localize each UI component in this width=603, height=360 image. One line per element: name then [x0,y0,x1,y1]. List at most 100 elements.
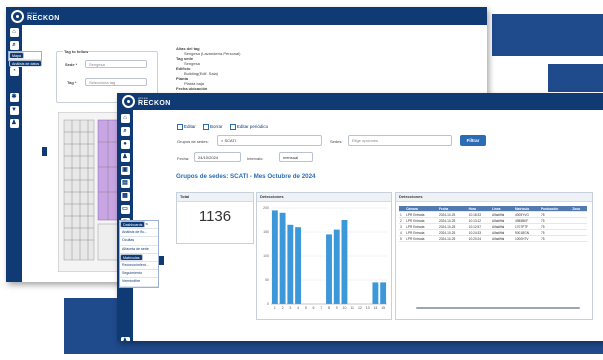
tag-info: Alias del tag Sengesa (Lavandería Person… [176,46,276,91]
y-tick-label: 50 [265,278,269,282]
flyout-item[interactable]: Alfaceta de sede [120,246,158,254]
total-title: Total [177,193,253,202]
flyout-item[interactable]: Análisis de flu... [120,229,158,238]
table-cell: 2024-10-25 [437,235,468,242]
flyout-item-selected[interactable]: Matrículas [120,253,143,261]
x-tick-label: 7 [320,306,322,310]
tag-select[interactable]: Selecciona tag [85,78,147,86]
home-icon[interactable]: ⌂ [120,114,130,123]
back-logo: grupo RECKON [11,10,60,23]
bar[interactable] [287,224,294,304]
shield-icon[interactable]: ▼ [9,106,19,115]
group-label: Grupos de sedes: [177,139,209,144]
y-tick-label: 150 [263,230,269,234]
table-cell [571,235,587,242]
id-card-icon[interactable]: ▦ [120,192,130,201]
background-block-top [492,14,603,56]
bar[interactable] [279,212,286,304]
calendar-icon [229,124,236,130]
edit-button[interactable]: Editar [177,124,196,130]
flyout-item[interactable]: Análisis de datos [9,60,43,68]
front-collapse-handle[interactable] [159,256,164,265]
logo-mark-icon [11,10,24,23]
x-tick-label: 3 [289,306,291,310]
sede-select[interactable]: Sengesa [85,60,147,68]
x-tick-label: 9 [336,306,338,310]
tag-label: Tag * [67,80,77,85]
table-cell: 1000HTV [514,235,540,242]
bar[interactable] [271,210,278,304]
dashboard-heading: Grupos de sedes: SCATI - Mes Octubre de … [176,173,316,180]
detections-bar-chart: 2001501005001 2 3 4 5 6 7 8 9 10 11 12 13 14 15 [263,206,387,310]
front-topbar: grupo RECKON [117,93,603,110]
gauge-icon[interactable]: ◔ [9,67,19,76]
table-row[interactable]: 5 LPR Entrada 2024-10-25 10:20:24 Alfadiffal… [399,235,587,242]
sedes-label: Sedes: [330,139,343,144]
search-icon[interactable]: ⌕ [9,41,19,50]
detections-chart-panel: Detecciones 200 150 100 50 0 1 2 3 4 5 6 7 8 9 10 11 12 1… [256,192,392,320]
x-tick-label: 15 [381,306,385,310]
interval-select[interactable]: mensual [279,152,313,162]
edit-toolbar: Editar Borrar Editar periódico [177,124,268,130]
table-cell: LPR Entrada [405,235,438,242]
settings-icon[interactable]: ✱ [9,93,19,102]
detections-table: Cámara Fecha Hora Línea Matrícula Puntuación Z… [399,206,587,242]
bar[interactable] [341,220,348,304]
back-collapse-handle[interactable] [42,147,47,156]
detections-table-title: Detecciones [396,193,592,202]
x-tick-label: 14 [373,306,377,310]
users-icon[interactable]: ♟ [9,119,19,128]
bar[interactable] [295,227,302,304]
badge-icon[interactable]: ▣ [120,166,130,175]
x-tick-label: 6 [313,306,315,310]
table-cell: Alfadiffal [491,235,515,242]
dashboards-flyout: Dashboards Personas Ahora Análisis de fl… [119,220,159,288]
background-block-mid [548,64,603,92]
bar[interactable] [326,234,332,304]
delete-icon [203,124,210,130]
flyout-item[interactable]: Reconocimient... [120,262,158,271]
chart-icon[interactable]: ▤ [120,179,130,188]
y-tick-label: 200 [263,206,269,210]
bar[interactable] [380,282,387,304]
flyout-item[interactable]: Ocultas [120,237,158,246]
sedes-select[interactable]: Elige opciones [348,135,452,146]
search-icon[interactable]: ⌕ [120,127,130,136]
filter-button[interactable]: Filtrar [460,135,486,146]
delete-label: Borrar [210,124,223,130]
x-tick-label: 4 [297,306,299,310]
info-icon[interactable]: ♟ [120,337,130,341]
table-scrollbar[interactable] [416,307,580,309]
front-window: grupoRECKON ⌂ ⌕ ● ♟ ▣ ▤ ▦ ▭ ▼ ♟ Dashboar… [117,93,603,341]
y-tick-label: 100 [263,254,269,258]
logo-mark-icon [122,95,135,108]
flyout-header[interactable]: Mapa [9,52,24,60]
x-tick-label: 13 [366,306,370,310]
document-icon[interactable]: ▭ [120,205,130,214]
bar[interactable] [372,282,379,304]
total-panel: Total 1136 [176,192,254,244]
front-logo: grupo RECKON [122,95,171,108]
x-tick-label: 10 [343,306,347,310]
logo-big-text: RECKON [138,99,171,107]
flyout-item[interactable]: Vermindfire [120,278,158,287]
delete-button[interactable]: Borrar [203,124,223,130]
flyout-item[interactable]: Seguimiento [120,270,158,279]
back-nav-flyout: Mapa Vista Análisis de datos [8,51,43,68]
detections-table-panel: Detecciones Cámara Fecha Hora Línea Matrícul… [395,192,593,320]
x-tick-label: 5 [305,306,307,310]
tag-fieldset-title: Tag to follow [63,49,90,54]
logo-big-text: RECKON [27,14,60,22]
map-pin-icon[interactable]: ● [120,140,130,149]
table-cell: 75 [539,235,572,242]
home-icon[interactable]: ⌂ [9,28,19,37]
bar[interactable] [333,229,340,304]
edit-scheduled-button[interactable]: Editar periódico [229,124,268,130]
interval-label: Intervalo: [247,156,264,161]
group-select[interactable]: × SCATI [217,135,322,146]
users-icon[interactable]: ♟ [120,153,130,162]
date-input[interactable]: 24/10/2024 [194,152,241,162]
flyout-header[interactable]: Dashboards [120,221,146,229]
sede-label: Sede * [65,62,78,67]
back-topbar: grupo RECKON [6,7,487,25]
